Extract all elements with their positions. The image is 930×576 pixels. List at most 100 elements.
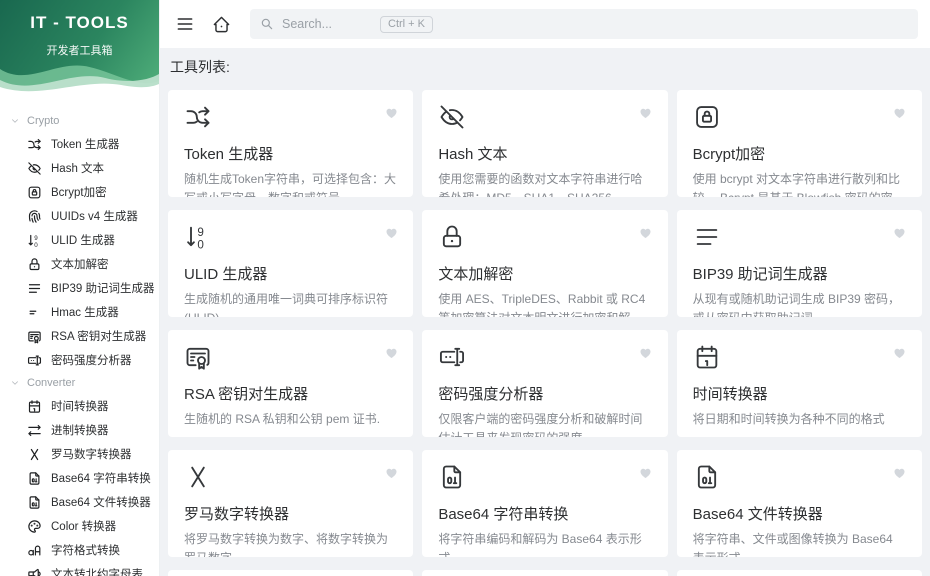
sidebar-item[interactable]: Bcrypt加密 (0, 180, 159, 204)
file-digit-icon (443, 465, 462, 489)
favorite-button[interactable] (637, 463, 655, 481)
app-subtitle: 开发者工具箱 (46, 45, 113, 57)
tool-card-icon-wrap: 90 (184, 223, 397, 256)
svg-text:0: 0 (34, 241, 38, 247)
sidebar-item[interactable]: UUIDs v4 生成器 (0, 204, 159, 228)
favorite-button[interactable] (382, 103, 400, 121)
sidebar-section-header[interactable]: Crypto (0, 110, 159, 132)
heart-icon (640, 108, 651, 118)
tool-card-description: 生成随机的通用唯一词典可排序标识符 (ULID). (184, 292, 389, 317)
sidebar-item[interactable]: 字符格式转换 (0, 538, 159, 562)
tool-card[interactable]: Token 生成器随机生成Token字符串，可选择包含：大写或小写字母、数字和或… (168, 90, 414, 197)
tool-card-title: RSA 密钥对生成器 (184, 386, 309, 403)
tool-card[interactable]: RSA 密钥对生成器生随机的 RSA 私钥和公钥 pem 证书. (168, 330, 414, 437)
sidebar-item-label: Color 转换器 (51, 521, 117, 533)
tool-card-partial[interactable] (168, 570, 414, 576)
sidebar-item[interactable]: BIP39 助记词生成器 (0, 276, 159, 300)
tool-card-title: 时间转换器 (692, 386, 768, 403)
tool-card-icon-wrap (184, 103, 397, 136)
sidebar-item[interactable]: Base64 字符串转换 (0, 466, 159, 490)
header-wave-decoration (0, 65, 159, 97)
sidebar-section-label: Crypto (27, 115, 60, 127)
password-field-icon (27, 355, 42, 365)
tool-card-description: 使用您需要的函数对文本字符串进行哈希处理：MD5、SHA1、SHA256、SHA… (438, 172, 643, 197)
chevron-down-icon (12, 119, 18, 123)
tool-card[interactable]: Hash 文本使用您需要的函数对文本字符串进行哈希处理：MD5、SHA1、SHA… (422, 90, 668, 197)
sidebar-item[interactable]: RSA 密钥对生成器 (0, 324, 159, 348)
sidebar-item-label: 密码强度分析器 (51, 355, 132, 367)
sidebar-section-header[interactable]: Converter (0, 372, 159, 394)
sidebar-item[interactable]: 罗马数字转换器 (0, 442, 159, 466)
sidebar-item[interactable]: 文本加解密 (0, 252, 159, 276)
sidebar-item[interactable]: Base64 文件转换器 (0, 490, 159, 514)
search-input[interactable] (282, 17, 372, 31)
sidebar-item[interactable]: 密码强度分析器 (0, 348, 159, 372)
svg-text:0: 0 (197, 239, 204, 251)
tool-card-description: 从现有或随机助记词生成 BIP39 密码，或从密码中获取助记词。... (692, 292, 901, 317)
tool-card-title: 罗马数字转换器 (184, 506, 290, 523)
heart-icon (894, 228, 905, 238)
sidebar-item-label: BIP39 助记词生成器 (51, 283, 155, 295)
heart-icon (386, 228, 397, 238)
tool-card[interactable]: 罗马数字转换器将罗马数字转换为数字、将数字转换为罗马数字. (168, 450, 414, 557)
speakerphone-icon (28, 568, 41, 576)
tool-card-partial[interactable] (676, 570, 922, 576)
favorite-button[interactable] (891, 343, 909, 361)
favorite-button[interactable] (382, 343, 400, 361)
tool-card-icon-wrap (693, 223, 906, 256)
tool-card-title: 密码强度分析器 (438, 386, 544, 403)
tool-card[interactable]: Base64 文件转换器将字符串、文件或图像转换为 Base64 表示形式. (676, 450, 922, 557)
tool-card[interactable]: 90 ULID 生成器生成随机的通用唯一词典可排序标识符 (ULID). (168, 210, 414, 317)
heart-icon (386, 348, 397, 358)
favorite-button[interactable] (637, 223, 655, 241)
favorite-button[interactable] (891, 103, 909, 121)
sidebar-item-label: UUIDs v4 生成器 (51, 211, 138, 223)
app-title: IT - TOOLS (30, 13, 129, 32)
favorite-button[interactable] (637, 103, 655, 121)
favorite-button[interactable] (891, 223, 909, 241)
sidebar: IT - TOOLS 开发者工具箱 Crypto Token 生成器 Hash 文本… (0, 0, 160, 576)
sidebar-item[interactable]: Hmac 生成器 (0, 300, 159, 324)
page-title: 工具列表: (170, 59, 230, 75)
tool-card[interactable]: Base64 字符串转换将字符串编码和解码为 Base64 表示形式. (422, 450, 668, 557)
sidebar-item[interactable]: Color 转换器 (0, 514, 159, 538)
sidebar-item-label: 罗马数字转换器 (51, 449, 132, 461)
search-box[interactable]: Ctrl + K (250, 9, 918, 39)
favorite-button[interactable] (382, 463, 400, 481)
favorite-button[interactable] (382, 223, 400, 241)
sidebar-item-label: Base64 文件转换器 (51, 497, 151, 509)
certificate-icon (186, 347, 210, 370)
sidebar-item[interactable]: Token 生成器 (0, 132, 159, 156)
svg-text:9: 9 (197, 226, 203, 239)
tool-card-title: Bcrypt加密 (692, 146, 766, 163)
heart-icon (640, 468, 651, 478)
sidebar-item[interactable]: 进制转换器 (0, 418, 159, 442)
tool-card-description: 随机生成Token字符串，可选择包含：大写或小写字母、数字和或符号.... (184, 172, 397, 197)
favorite-button[interactable] (891, 463, 909, 481)
tool-card-description: 生随机的 RSA 私钥和公钥 pem 证书. (184, 412, 381, 426)
tool-card[interactable]: 文本加解密使用 AES、TripleDES、Rabbit 或 RC4 等加密算法… (422, 210, 668, 317)
sidebar-item[interactable]: 时间转换器 (0, 394, 159, 418)
tool-card-title: Base64 字符串转换 (438, 506, 569, 523)
tool-card-partial[interactable] (422, 570, 668, 576)
tool-card-icon-wrap (438, 463, 651, 496)
sidebar-item[interactable]: 文本转北约字母表 (0, 562, 159, 576)
svg-text:9: 9 (34, 234, 38, 241)
sidebar-header: IT - TOOLS 开发者工具箱 (0, 0, 159, 97)
tool-card-description: 将日期和时间转换为各种不同的格式 (692, 412, 885, 426)
tool-card-icon-wrap (693, 103, 906, 136)
tool-card[interactable]: 时间转换器将日期和时间转换为各种不同的格式 (676, 330, 922, 437)
tool-card[interactable]: Bcrypt加密使用 bcrypt 对文本字符串进行散列和比较。 Bcrypt … (676, 90, 922, 197)
topbar: Ctrl + K (160, 0, 930, 48)
home-button[interactable] (206, 9, 236, 39)
sidebar-item[interactable]: Hash 文本 (0, 156, 159, 180)
tool-card-description: 将罗马数字转换为数字、将数字转换为罗马数字. (184, 532, 389, 557)
sidebar-item-label: RSA 密钥对生成器 (51, 331, 147, 343)
tool-card[interactable]: 密码强度分析器仅限客户端的密码强度分析和破解时间估计工具来发现密码的强度.... (422, 330, 668, 437)
sidebar-item[interactable]: 9 0 ULID 生成器 (0, 228, 159, 252)
tool-card[interactable]: BIP39 助记词生成器从现有或随机助记词生成 BIP39 密码，或从密码中获取… (676, 210, 922, 317)
menu-toggle-button[interactable] (170, 9, 200, 39)
tool-card-title: BIP39 助记词生成器 (692, 266, 828, 283)
favorite-button[interactable] (637, 343, 655, 361)
sidebar-item-label: Bcrypt加密 (51, 187, 107, 199)
